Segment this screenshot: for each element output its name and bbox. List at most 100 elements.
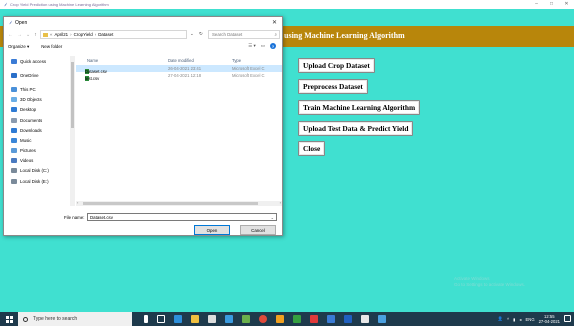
app-icon-3[interactable] bbox=[293, 315, 301, 323]
sidebar-item-label: 3D Objects bbox=[20, 97, 42, 103]
address-dropdown-icon[interactable]: ⌄ bbox=[190, 31, 194, 37]
cube-icon bbox=[11, 97, 17, 103]
sidebar-item-onedrive[interactable]: OneDrive bbox=[4, 70, 74, 80]
column-header-type[interactable]: Type bbox=[232, 58, 241, 63]
sidebar-item-music[interactable]: Music bbox=[4, 135, 74, 145]
breadcrumb-cropyield[interactable]: CropYield bbox=[74, 32, 93, 37]
scroll-right-icon[interactable]: › bbox=[280, 200, 281, 205]
scrollbar-thumb[interactable] bbox=[71, 62, 74, 128]
sidebar-item-label: Local Disk (C:) bbox=[20, 168, 49, 174]
sidebar-item-quick-access[interactable]: Quick access bbox=[4, 56, 74, 66]
star-icon bbox=[11, 58, 17, 64]
pictures-icon bbox=[11, 148, 17, 154]
organize-menu[interactable]: Organize ▾ bbox=[8, 44, 29, 50]
desktop-icon bbox=[11, 107, 17, 113]
minimize-button[interactable]: – bbox=[533, 1, 540, 7]
file-date: 26-04-2021 23:41 bbox=[168, 66, 202, 71]
file-name-input[interactable]: Dataset.csv ⌄ bbox=[87, 213, 277, 221]
language-icon[interactable]: ENG bbox=[526, 317, 535, 322]
up-arrow-icon[interactable]: ↑ bbox=[34, 32, 37, 38]
file-type: Microsoft Excel C bbox=[232, 73, 265, 78]
close-button[interactable]: Close bbox=[298, 141, 326, 156]
open-button[interactable]: Open bbox=[194, 225, 230, 235]
cortana-icon[interactable] bbox=[144, 315, 148, 323]
breadcrumb-dataset[interactable]: Dataset bbox=[98, 32, 113, 37]
navigation-pane: Quick access OneDrive This PC 3D Objects… bbox=[4, 56, 74, 198]
scroll-left-icon[interactable]: ‹ bbox=[77, 200, 78, 205]
sidebar-item-desktop[interactable]: Desktop bbox=[4, 105, 74, 115]
dialog-title: Open bbox=[15, 19, 28, 26]
chevron-down-icon[interactable]: ⌄ bbox=[271, 215, 274, 220]
preprocess-dataset-button[interactable]: Preprocess Dataset bbox=[298, 79, 368, 94]
app-icon-7[interactable] bbox=[361, 315, 369, 323]
dialog-toolbar: Organize ▾ New folder ☰ ▾ ▭ ? bbox=[4, 42, 282, 51]
dialog-close-icon[interactable]: ✕ bbox=[272, 19, 277, 26]
chrome-icon[interactable] bbox=[259, 315, 267, 323]
close-window-button[interactable]: ✕ bbox=[563, 1, 570, 7]
disk-icon bbox=[11, 178, 17, 184]
sidebar-item-local-disk-c[interactable]: Local Disk (C:) bbox=[4, 166, 74, 176]
people-icon[interactable]: 👤 bbox=[498, 316, 503, 322]
page-title: using Machine Learning Algorithm bbox=[284, 31, 405, 40]
sidebar-item-pictures[interactable]: Pictures bbox=[4, 146, 74, 156]
system-tray: 👤 ^ ▮ ◂ ENG 12:55 27-04-2021 bbox=[498, 314, 560, 324]
help-icon[interactable]: ? bbox=[270, 43, 276, 49]
breadcrumb-april21[interactable]: April21 bbox=[54, 32, 68, 37]
sidebar-item-3d-objects[interactable]: 3D Objects bbox=[4, 95, 74, 105]
task-view-icon[interactable] bbox=[157, 315, 165, 323]
app-icon-2[interactable] bbox=[276, 315, 284, 323]
scrollbar-thumb[interactable] bbox=[83, 202, 258, 205]
forward-arrow-icon[interactable]: → bbox=[17, 32, 22, 38]
navigation-scrollbar[interactable] bbox=[70, 56, 75, 206]
chevron-right-icon: › bbox=[94, 32, 97, 37]
column-header-date[interactable]: Date modified bbox=[168, 58, 194, 63]
network-icon[interactable]: ▮ bbox=[513, 317, 515, 322]
volume-icon[interactable]: ◂ bbox=[519, 317, 521, 322]
address-bar[interactable]: « April21 › CropYield › Dataset bbox=[40, 30, 187, 39]
sidebar-item-local-disk-e[interactable]: Local Disk (E:) bbox=[4, 176, 74, 186]
taskbar-search-input[interactable]: Type here to search bbox=[18, 312, 132, 326]
sidebar-item-documents[interactable]: Documents bbox=[4, 115, 74, 125]
sidebar-item-this-pc[interactable]: This PC bbox=[4, 84, 74, 94]
edge-icon[interactable] bbox=[174, 315, 182, 323]
upload-crop-dataset-button[interactable]: Upload Crop Dataset bbox=[298, 58, 375, 73]
back-arrow-icon[interactable]: ← bbox=[8, 32, 13, 38]
file-row-dataset[interactable]: Dataset.csv 26-04-2021 23:41 Microsoft E… bbox=[76, 65, 282, 74]
app-icon-4[interactable] bbox=[310, 315, 318, 323]
recent-dropdown-icon[interactable]: ⌄ bbox=[26, 32, 30, 38]
preview-pane-icon[interactable]: ▭ bbox=[261, 43, 265, 49]
sidebar-item-label: Pictures bbox=[20, 148, 36, 154]
file-row-test[interactable]: test.csv 27-04-2021 12:18 Microsoft Exce… bbox=[76, 72, 282, 81]
app-icon-1[interactable] bbox=[242, 315, 250, 323]
open-file-dialog: Open ✕ ← → ⌄ ↑ « April21 › CropYield › D… bbox=[3, 16, 283, 236]
sidebar-item-label: Music bbox=[20, 137, 32, 143]
file-explorer-icon[interactable] bbox=[191, 315, 199, 323]
clock[interactable]: 12:55 27-04-2021 bbox=[539, 314, 560, 324]
column-header-name[interactable]: Name bbox=[87, 58, 98, 63]
ie-icon[interactable] bbox=[225, 315, 233, 323]
horizontal-scrollbar[interactable]: ‹ › bbox=[76, 200, 282, 206]
store-icon[interactable] bbox=[208, 315, 216, 323]
file-name: test.csv bbox=[85, 75, 100, 81]
notification-icon[interactable] bbox=[564, 315, 571, 322]
sidebar-item-downloads[interactable]: Downloads bbox=[4, 125, 74, 135]
train-algorithm-button[interactable]: Train Machine Learning Algorithm bbox=[298, 100, 421, 115]
start-button[interactable] bbox=[0, 312, 18, 326]
app-icon-5[interactable] bbox=[327, 315, 335, 323]
refresh-icon[interactable]: ↻ bbox=[199, 31, 203, 37]
python-icon[interactable] bbox=[378, 315, 386, 323]
upload-test-predict-button[interactable]: Upload Test Data & Predict Yield bbox=[298, 121, 414, 136]
app-icon-6[interactable] bbox=[344, 315, 352, 323]
sidebar-item-label: Quick access bbox=[20, 58, 47, 64]
sidebar-item-videos[interactable]: Videos bbox=[4, 156, 74, 166]
view-options-icon[interactable]: ☰ ▾ bbox=[248, 43, 256, 49]
column-headers: Name Date modified Type bbox=[76, 56, 282, 65]
tray-expand-icon[interactable]: ^ bbox=[507, 317, 509, 322]
sidebar-item-label: Desktop bbox=[20, 107, 37, 113]
breadcrumb-overflow[interactable]: « bbox=[50, 32, 52, 37]
maximize-button[interactable]: □ bbox=[548, 1, 555, 7]
cancel-button[interactable]: Cancel bbox=[240, 225, 276, 235]
clock-date: 27-04-2021 bbox=[538, 319, 560, 324]
search-input[interactable]: Search Dataset ⌕ bbox=[208, 30, 280, 39]
new-folder-button[interactable]: New folder bbox=[41, 44, 62, 49]
